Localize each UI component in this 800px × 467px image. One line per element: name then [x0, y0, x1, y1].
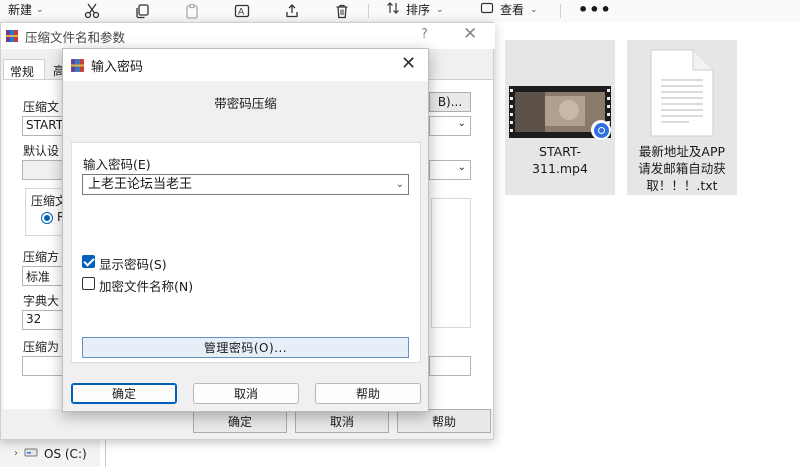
password-dialog: 输入密码 ✕ 带密码压缩 输入密码(E) 上老王论坛当老王 ⌄ 显示密码(S) … — [62, 48, 429, 412]
file-tile-video[interactable]: START-311.mp4 — [505, 40, 615, 195]
sync-status-icon — [591, 120, 611, 140]
drive-icon — [24, 446, 38, 461]
password-heading: 带密码压缩 — [214, 96, 277, 111]
archive-name-dropdown[interactable]: ⌄ — [429, 116, 471, 136]
password-set-field — [429, 356, 471, 376]
dict-size-label: 字典大 — [23, 294, 60, 308]
archive-options-group — [431, 198, 471, 328]
password-value: 上老王论坛当老王 — [88, 177, 193, 192]
file-name: 最新地址及APP请发邮箱自动获取！！！.txt — [638, 144, 726, 193]
close-icon[interactable]: ✕ — [463, 24, 477, 44]
browse-button[interactable]: B)... — [429, 92, 471, 112]
archive-dialog-title: 压缩文件名和参数 — [25, 30, 126, 45]
profile-label: 默认设 — [23, 144, 60, 158]
dict-size-dropdown[interactable]: 32 — [22, 310, 66, 330]
new-button[interactable]: 新建 ⌄ — [8, 1, 44, 18]
view-icon — [480, 1, 494, 18]
toolbar-divider — [368, 4, 369, 18]
file-name: START-311.mp4 — [532, 144, 588, 176]
drive-label: OS (C:) — [44, 446, 87, 461]
archive-name-field[interactable]: START- — [22, 116, 66, 136]
password-input[interactable]: 上老王论坛当老王 ⌄ — [82, 174, 409, 195]
chevron-down-icon: ⌄ — [530, 4, 538, 15]
split-volumes-field[interactable] — [22, 356, 66, 376]
chevron-down-icon: ⌄ — [457, 118, 466, 129]
chevron-down-icon: ⌄ — [36, 4, 44, 15]
encrypt-filenames-label[interactable]: 加密文件名称(N) — [99, 276, 193, 295]
format-rar-radio[interactable] — [41, 212, 53, 224]
nav-splitter[interactable] — [105, 440, 106, 467]
show-password-label[interactable]: 显示密码(S) — [99, 254, 167, 273]
sort-button[interactable]: 排序 ⌄ — [386, 1, 444, 18]
encrypt-filenames-checkbox[interactable] — [82, 277, 95, 290]
password-dialog-title: 输入密码 — [91, 60, 144, 75]
manage-passwords-button[interactable]: 管理密码(O)... — [82, 337, 409, 358]
share-icon[interactable] — [282, 1, 302, 21]
password-help-button[interactable]: 帮助 — [315, 383, 421, 404]
sort-label: 排序 — [406, 3, 431, 17]
tab-general[interactable]: 常规 — [3, 59, 45, 81]
password-label: 输入密码(E) — [83, 157, 151, 172]
sidebar-item-os-drive[interactable]: › OS (C:) — [0, 440, 100, 467]
password-ok-button[interactable]: 确定 — [71, 383, 177, 404]
sort-icon — [386, 1, 400, 18]
winrar-icon — [5, 29, 19, 47]
close-icon[interactable]: ✕ — [401, 53, 416, 74]
winrar-icon — [70, 58, 85, 77]
delete-icon[interactable] — [332, 1, 352, 21]
explorer-toolbar: 新建 ⌄ A 排序 ⌄ 查看 ⌄ ••• — [0, 0, 800, 22]
view-label: 查看 — [500, 3, 525, 17]
toolbar-divider — [560, 4, 561, 18]
profile-button[interactable] — [22, 160, 66, 180]
view-button[interactable]: 查看 ⌄ — [480, 1, 538, 18]
chevron-down-icon[interactable]: ⌄ — [396, 176, 404, 193]
split-volumes-label: 压缩为 — [23, 340, 60, 354]
paste-icon[interactable] — [182, 1, 202, 21]
show-password-checkbox[interactable] — [82, 255, 95, 268]
copy-icon[interactable] — [132, 1, 152, 21]
password-dialog-titlebar: 输入密码 ✕ — [63, 49, 428, 81]
chevron-down-icon: ⌄ — [436, 4, 444, 15]
help-icon[interactable]: ? — [421, 27, 428, 42]
archive-ok-button[interactable]: 确定 — [193, 409, 287, 433]
archive-cancel-button[interactable]: 取消 — [295, 409, 389, 433]
more-options-button[interactable]: ••• — [578, 0, 612, 19]
new-label: 新建 — [8, 3, 33, 17]
method-dropdown[interactable]: 标准 — [22, 266, 66, 286]
svg-text:A: A — [238, 8, 245, 18]
text-file-icon — [649, 48, 715, 142]
chevron-right-icon: › — [14, 448, 18, 459]
file-tile-text[interactable]: 最新地址及APP请发邮箱自动获取！！！.txt — [627, 40, 737, 195]
archive-name-label: 压缩文 — [23, 100, 60, 114]
method-label: 压缩方 — [23, 250, 60, 264]
chevron-down-icon: ⌄ — [457, 162, 466, 173]
update-mode-dropdown[interactable]: ⌄ — [429, 160, 471, 180]
rename-icon[interactable]: A — [232, 1, 252, 21]
password-cancel-button[interactable]: 取消 — [193, 383, 299, 404]
cut-icon[interactable] — [82, 1, 102, 21]
archive-help-button[interactable]: 帮助 — [397, 409, 491, 433]
archive-dialog-titlebar: 压缩文件名和参数 ? ✕ — [1, 23, 495, 49]
